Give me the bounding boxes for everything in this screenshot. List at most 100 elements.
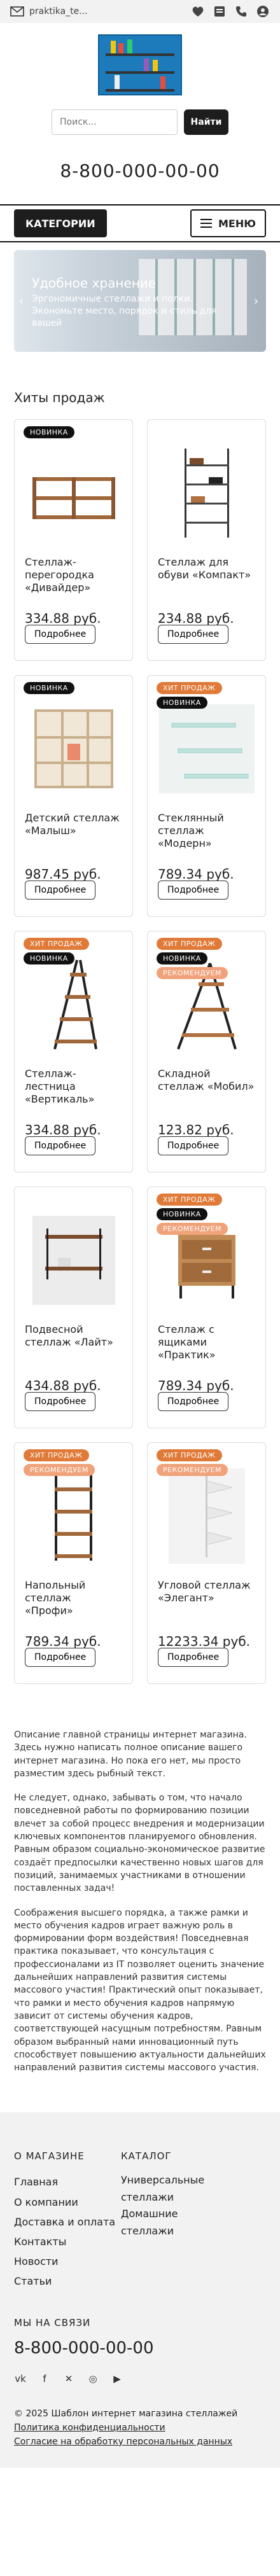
product-name[interactable]: Стеллаж с ящиками «Практик» <box>158 1323 255 1374</box>
product-badge: ХИТ ПРОДАЖ <box>24 1449 89 1461</box>
product-image[interactable] <box>25 1468 122 1564</box>
privacy-link[interactable]: Политика конфиденциальности <box>14 2421 266 2435</box>
banner-text: Эргономичные стеллажи и полки. Экономьте… <box>32 294 217 328</box>
product-name[interactable]: Стеллаж для обуви «Компакт» <box>158 556 255 607</box>
email-link[interactable]: praktika_te... <box>10 6 88 17</box>
product-name[interactable]: Детский стеллаж «Малыш» <box>25 812 122 863</box>
footer-link[interactable]: Контакты <box>14 2232 121 2252</box>
footer-link[interactable]: Универсальные стеллажи <box>121 2172 228 2206</box>
social-links: vk f ✕ ◎ ▶ <box>14 2373 266 2385</box>
heart-icon[interactable] <box>191 4 205 18</box>
hero-banner[interactable]: ‹ Удобное хранение Эргономичные стеллажи… <box>14 250 266 352</box>
product-card[interactable]: ХИТ ПРОДАЖ НОВИНКА РЕКОМЕНДУЕМ Складной сте… <box>147 931 266 1173</box>
product-badge: РЕКОМЕНДУЕМ <box>24 1464 95 1476</box>
product-badge: ХИТ ПРОДАЖ <box>157 1449 222 1461</box>
details-button[interactable]: Подробнее <box>25 1392 96 1411</box>
product-badge: НОВИНКА <box>157 952 207 964</box>
product-badge: ХИТ ПРОДАЖ <box>24 938 89 950</box>
footer-link[interactable]: Статьи <box>14 2271 121 2291</box>
product-image[interactable] <box>25 1213 122 1308</box>
footer-link[interactable]: Главная <box>14 2172 121 2192</box>
footer-catalog-column: КАТАЛОГ Универсальные стеллажи Домашние … <box>121 2150 228 2291</box>
product-image[interactable] <box>25 701 122 797</box>
product-card[interactable]: ХИТ ПРОДАЖ РЕКОМЕНДУЕМ Угловой стеллаж «Эл… <box>147 1442 266 1684</box>
hits-title: Хиты продаж <box>14 390 105 405</box>
footer-link[interactable]: Новости <box>14 2252 121 2271</box>
product-name[interactable]: Подвесной стеллаж «Лайт» <box>25 1323 122 1374</box>
about-paragraph: Не следует, однако, забывать о том, что … <box>14 1793 265 1894</box>
banner-title: Удобное хранение <box>32 275 157 291</box>
product-price: 987.45 руб. <box>25 867 101 882</box>
youtube-icon[interactable]: ▶ <box>111 2373 123 2385</box>
product-name[interactable]: Стеллаж-лестница «Вертикаль» <box>25 1068 122 1118</box>
facebook-icon[interactable]: f <box>38 2373 51 2385</box>
product-name[interactable]: Складной стеллаж «Мобил» <box>158 1068 255 1118</box>
details-button[interactable]: Подробнее <box>25 1648 96 1667</box>
product-image[interactable] <box>158 701 255 797</box>
badge-list: НОВИНКА <box>24 682 74 694</box>
cart-icon[interactable] <box>213 4 227 18</box>
categories-button[interactable]: КАТЕГОРИИ <box>14 209 107 237</box>
footer-link[interactable]: Доставка и оплата <box>14 2212 121 2232</box>
badge-list: ХИТ ПРОДАЖ НОВИНКА РЕКОМЕНДУЕМ <box>157 1194 228 1235</box>
footer-link[interactable]: Домашние стеллажи <box>121 2206 228 2239</box>
product-badge: РЕКОМЕНДУЕМ <box>157 1223 228 1235</box>
product-card[interactable]: ХИТ ПРОДАЖ НОВИНКА РЕКОМЕНДУЕМ Стеллаж с ящ… <box>147 1187 266 1428</box>
product-name[interactable]: Стеклянный стеллаж «Модерн» <box>158 812 255 863</box>
consent-link[interactable]: Согласие на обработку персональных данны… <box>14 2435 266 2449</box>
details-button[interactable]: Подробнее <box>25 625 96 644</box>
badge-list: ХИТ ПРОДАЖ РЕКОМЕНДУЕМ <box>157 1449 228 1476</box>
main-nav: КАТЕГОРИИ МЕНЮ <box>0 204 280 242</box>
details-button[interactable]: Подробнее <box>25 881 96 900</box>
product-image[interactable] <box>158 445 255 541</box>
details-button[interactable]: Подробнее <box>158 1648 229 1667</box>
details-button[interactable]: Подробнее <box>25 1136 96 1155</box>
footer-phone[interactable]: 8-800-000-00-00 <box>14 2339 266 2358</box>
product-badge: ХИТ ПРОДАЖ <box>157 938 222 950</box>
mail-icon <box>10 6 24 17</box>
product-card[interactable]: Подвесной стеллаж «Лайт» 434.88 руб. Подро… <box>14 1187 133 1428</box>
product-card[interactable]: ХИТ ПРОДАЖ РЕКОМЕНДУЕМ Напольный стеллаж «… <box>14 1442 133 1684</box>
product-price: 789.34 руб. <box>158 867 234 882</box>
store-description: Описание главной страницы интернет магаз… <box>0 1729 280 2074</box>
product-name[interactable]: Напольный стеллаж «Профи» <box>25 1579 122 1630</box>
chevron-left-icon[interactable]: ‹ <box>19 295 24 308</box>
product-card[interactable]: Стеллаж для обуви «Компакт» 234.88 руб. По… <box>147 419 266 661</box>
user-icon[interactable] <box>256 4 270 18</box>
footer-store-column: О МАГАЗИНЕ Главная О компании Доставка и… <box>14 2150 121 2291</box>
product-image[interactable] <box>25 957 122 1052</box>
search-button[interactable]: Найти <box>184 109 228 135</box>
product-price: 334.88 руб. <box>25 611 101 626</box>
details-button[interactable]: Подробнее <box>158 1392 229 1411</box>
phone-icon[interactable] <box>234 4 248 18</box>
details-button[interactable]: Подробнее <box>158 1136 229 1155</box>
product-name[interactable]: Стеллаж-перегородка «Дивайдер» <box>25 556 122 607</box>
product-card[interactable]: НОВИНКА Детский стеллаж «Малыш» 987.45 руб… <box>14 675 133 917</box>
chevron-right-icon[interactable]: › <box>254 295 258 308</box>
x-icon[interactable]: ✕ <box>62 2373 75 2385</box>
footer-contacts-title: МЫ НА СВЯЗИ <box>14 2316 91 2329</box>
details-button[interactable]: Подробнее <box>158 881 229 900</box>
product-card[interactable]: ХИТ ПРОДАЖ НОВИНКА Стеклянный стеллаж «Мод… <box>147 675 266 917</box>
product-badge: РЕКОМЕНДУЕМ <box>157 1464 228 1476</box>
product-price: 789.34 руб. <box>158 1378 234 1393</box>
badge-list: ХИТ ПРОДАЖ РЕКОМЕНДУЕМ <box>24 1449 95 1476</box>
search-input[interactable] <box>52 109 178 135</box>
vk-icon[interactable]: vk <box>14 2373 27 2385</box>
product-image[interactable] <box>158 1468 255 1564</box>
menu-button[interactable]: МЕНЮ <box>190 209 266 237</box>
product-price: 12233.34 руб. <box>158 1634 251 1649</box>
badge-list: ХИТ ПРОДАЖ НОВИНКА РЕКОМЕНДУЕМ <box>157 938 228 979</box>
header-phone[interactable]: 8-800-000-00-00 <box>0 160 280 181</box>
product-image[interactable] <box>25 445 122 541</box>
instagram-icon[interactable]: ◎ <box>87 2373 99 2385</box>
footer-store-title: О МАГАЗИНЕ <box>14 2150 85 2162</box>
product-card[interactable]: НОВИНКА Стеллаж-перегородка «Дивайдер» 334… <box>14 419 133 661</box>
site-header: Найти 8-800-000-00-00 <box>0 23 280 188</box>
store-logo[interactable] <box>98 34 182 95</box>
details-button[interactable]: Подробнее <box>158 625 229 644</box>
about-paragraph: Соображения высшего порядка, а также рам… <box>14 1907 266 2073</box>
product-card[interactable]: ХИТ ПРОДАЖ НОВИНКА Стеллаж-лестница «Верти… <box>14 931 133 1173</box>
product-name[interactable]: Угловой стеллаж «Элегант» <box>158 1579 255 1630</box>
footer-link[interactable]: О компании <box>14 2192 121 2212</box>
